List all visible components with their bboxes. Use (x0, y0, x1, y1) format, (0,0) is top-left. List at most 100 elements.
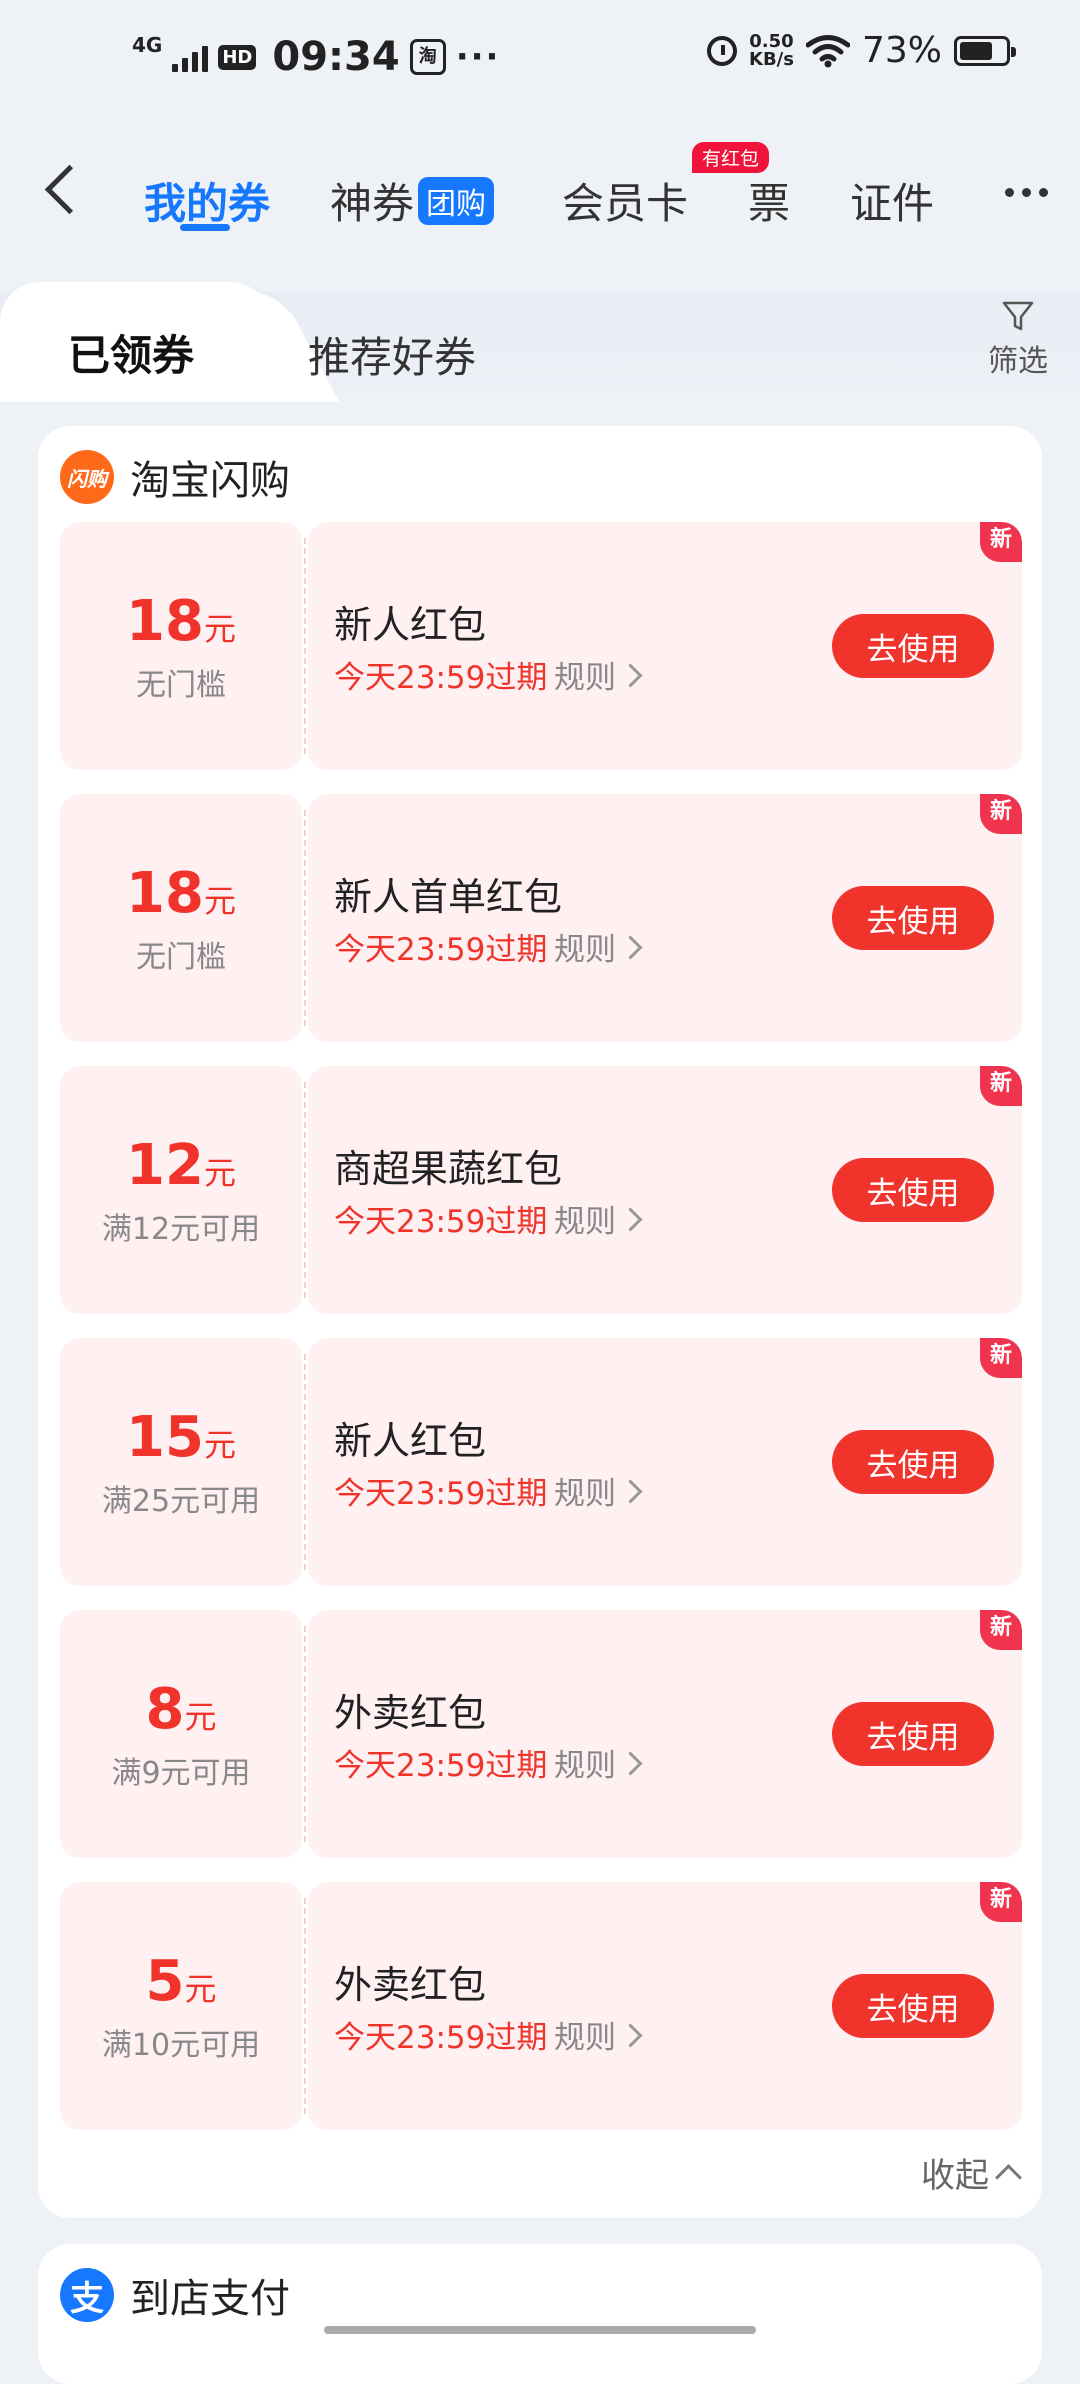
coupon-amount-unit: 元 (203, 610, 236, 648)
coupon-rules-link[interactable]: 规则 (554, 1468, 643, 1513)
tab-member-card[interactable]: 会员卡 (562, 170, 688, 231)
hd-icon: HD (218, 44, 257, 70)
coupon-rules-label: 规则 (554, 660, 616, 696)
coupon-item[interactable]: 12元 满12元可用 商超果蔬红包 今天23:59过期 规则 去使用新 (60, 1066, 1022, 1314)
coupon-info-panel: 外卖红包今天23:59过期 规则 去使用 新 (308, 1610, 1022, 1858)
coupon-info-panel: 新人红包 今天23:59过期 规则 去使用 新 (308, 522, 1022, 770)
section2-title: 到店支付 (130, 2276, 290, 2322)
coupon-rules-link[interactable]: 规则 (554, 2012, 643, 2057)
coupon-name: 外卖红包 (334, 1691, 487, 1735)
coupon-item[interactable]: 18元 无门槛 新人首单红包 今天23:59过期 规则 去使用新 (60, 794, 1022, 1042)
coupon-value-panel: 15元 满25元可用 (60, 1338, 302, 1586)
coupon-expiry: 今天23:59过期 (334, 1748, 548, 1784)
coupon-divider (304, 810, 306, 1026)
coupon-condition: 无门槛 (136, 668, 226, 703)
coupon-amount-unit: 元 (203, 882, 236, 920)
chevron-right-icon (618, 1479, 643, 1504)
tab-super-coupons[interactable]: 神券 团购 (330, 170, 495, 231)
use-coupon-button[interactable]: 去使用 (832, 1974, 994, 2038)
back-icon[interactable] (44, 164, 95, 215)
signal-icon (172, 42, 209, 72)
use-coupon-button[interactable]: 去使用 (832, 1702, 994, 1766)
alarm-icon (707, 35, 738, 66)
coupon-item[interactable]: 5元 满10元可用 外卖红包 今天23:59过期 规则 去使用新 (60, 1882, 1022, 2130)
filter-icon (1000, 298, 1036, 334)
network-speed-unit: KB/s (749, 48, 794, 70)
coupon-amount-number: 18 (126, 589, 204, 654)
collapse-button[interactable]: 收起 (921, 2148, 1022, 2197)
network-speed-value: 0.50 (749, 30, 794, 52)
alipay-logo-icon: 支 (60, 2268, 114, 2322)
coupon-condition: 满25元可用 (101, 1484, 261, 1519)
subtab-recommended[interactable]: 推荐好券 (308, 324, 476, 385)
coupon-item[interactable]: 18元 无门槛 新人红包 今天23:59过期 规则 去使用新 (60, 522, 1022, 770)
coupon-name: 新人红包 (334, 603, 487, 647)
section-title: 淘宝闪购 (130, 458, 290, 504)
more-icon[interactable] (1005, 188, 1048, 197)
coupon-rules-label: 规则 (554, 932, 616, 968)
use-coupon-button[interactable]: 去使用 (832, 886, 994, 950)
use-coupon-button[interactable]: 去使用 (832, 1430, 994, 1494)
new-badge: 新 (980, 1882, 1022, 1922)
chevron-right-icon (618, 935, 643, 960)
coupon-amount-number: 18 (126, 861, 204, 926)
tab-my-coupons[interactable]: 我的券 (144, 170, 270, 231)
coupon-amount-unit: 元 (184, 1698, 217, 1736)
coupon-rules-label: 规则 (554, 1204, 616, 1240)
coupon-rules-label: 规则 (554, 1748, 616, 1784)
chevron-right-icon (618, 2023, 643, 2048)
chevron-right-icon (618, 663, 643, 688)
coupon-info-panel: 新人首单红包 今天23:59过期 规则 去使用 新 (308, 794, 1022, 1042)
coupon-value-panel: 5元 满10元可用 (60, 1882, 302, 2130)
coupon-condition: 满9元可用 (111, 1756, 251, 1791)
coupon-rules-link[interactable]: 规则 (554, 1196, 643, 1241)
network-type: 4G (132, 33, 163, 57)
coupon-divider (304, 538, 306, 754)
store-pay-card[interactable]: 支 到店支付 (38, 2244, 1042, 2384)
coupon-rules-link[interactable]: 规则 (554, 1740, 643, 1785)
filter-button[interactable]: 筛选 (988, 298, 1048, 380)
use-coupon-button[interactable]: 去使用 (832, 614, 994, 678)
coupon-item[interactable]: 8元 满9元可用 外卖红包 今天23:59过期 规则 去使用新 (60, 1610, 1022, 1858)
coupon-value-panel: 8元满9元可用 (60, 1610, 302, 1858)
coupon-rules-link[interactable]: 规则 (554, 652, 643, 697)
coupon-amount-number: 8 (145, 1677, 185, 1742)
coupon-amount-number: 5 (145, 1949, 185, 2014)
new-badge: 新 (980, 1610, 1022, 1650)
home-indicator[interactable] (324, 2326, 756, 2334)
coupon-amount: 5元 (60, 1952, 302, 2019)
subtab-claimed[interactable]: 已领券 (68, 322, 194, 383)
taobao-notification-icon: 淘 (409, 39, 446, 75)
coupon-amount-unit: 元 (203, 1154, 236, 1192)
use-coupon-button[interactable]: 去使用 (832, 1158, 994, 1222)
battery-percent: 73% (861, 30, 942, 71)
coupon-expiry: 今天23:59过期 (334, 1476, 548, 1512)
coupon-amount: 12元 (60, 1136, 302, 1203)
coupon-rules-label: 规则 (554, 2020, 616, 2056)
coupon-amount-number: 12 (126, 1133, 204, 1198)
coupon-name: 新人红包 (334, 1419, 487, 1463)
coupon-info-panel: 商超果蔬红包 今天23:59过期 规则 去使用 新 (308, 1066, 1022, 1314)
coupon-rules-link[interactable]: 规则 (554, 924, 643, 969)
coupon-subtabs: 已领券 推荐好券 筛选 (0, 282, 1080, 402)
section-header: 闪购 淘宝闪购 (60, 448, 290, 506)
coupon-divider (304, 1354, 306, 1570)
coupon-item[interactable]: 15元 满25元可用 新人红包 今天23:59过期 规则 去使用新 (60, 1338, 1022, 1586)
coupon-amount: 8元 (60, 1680, 302, 1747)
shangou-logo-icon: 闪购 (60, 450, 114, 504)
tab-tickets[interactable]: 票 (748, 170, 790, 231)
coupon-expiry: 今天23:59过期 (334, 2020, 548, 2056)
coupon-expiry: 今天23:59过期 (334, 932, 548, 968)
chevron-up-icon (995, 2164, 1022, 2191)
coupon-value-panel: 18元无门槛 (60, 522, 302, 770)
tab-documents[interactable]: 证件 (850, 170, 934, 231)
new-badge: 新 (980, 1066, 1022, 1106)
coupon-condition: 满12元可用 (101, 1212, 261, 1247)
chevron-right-icon (618, 1751, 643, 1776)
coupon-amount: 18元 (60, 864, 302, 931)
coupon-value-panel: 18元 无门槛 (60, 794, 302, 1042)
shangou-coupon-card: 闪购 淘宝闪购 18元 无门槛 新人红包 今天23:59过期 规则 去使用新 18元 无门槛新… (38, 426, 1042, 2218)
has-hongbao-badge: 有红包 (692, 142, 770, 173)
coupon-expiry: 今天23:59过期 (334, 1204, 548, 1240)
coupon-amount-unit: 元 (184, 1970, 217, 2008)
